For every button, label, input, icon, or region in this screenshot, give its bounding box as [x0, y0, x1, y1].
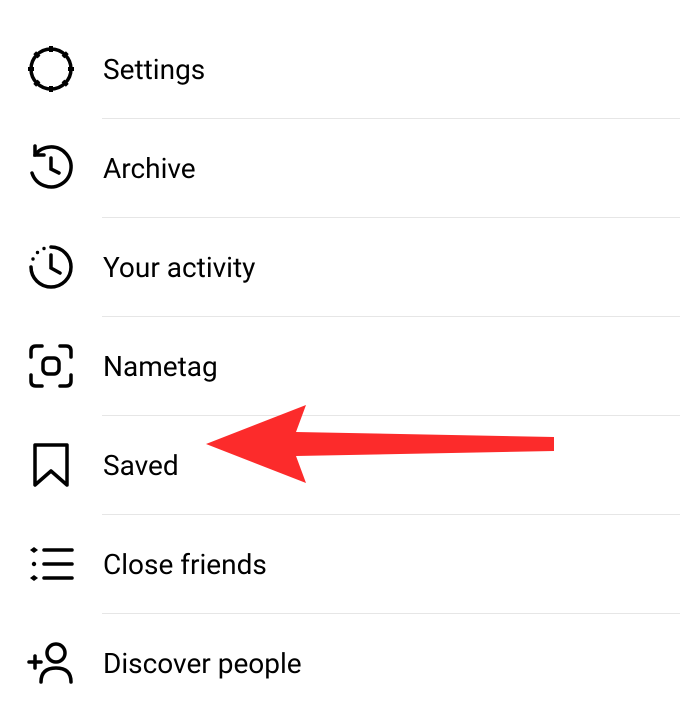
profile-menu: Settings Archive Your activity: [0, 0, 680, 712]
menu-item-archive[interactable]: Archive: [0, 119, 680, 217]
close-friends-icon: [26, 539, 76, 589]
activity-icon: [26, 242, 76, 292]
menu-item-label: Your activity: [103, 251, 255, 284]
menu-item-label: Saved: [103, 449, 179, 482]
menu-item-discover[interactable]: Discover people: [0, 614, 680, 712]
menu-item-label: Nametag: [103, 350, 218, 383]
menu-item-label: Settings: [103, 53, 205, 86]
menu-item-label: Close friends: [103, 548, 267, 581]
menu-item-label: Archive: [103, 152, 196, 185]
gear-icon: [26, 44, 76, 94]
discover-people-icon: [26, 638, 76, 688]
nametag-icon: [26, 341, 76, 391]
archive-icon: [26, 143, 76, 193]
menu-item-saved[interactable]: Saved: [0, 416, 680, 514]
menu-item-nametag[interactable]: Nametag: [0, 317, 680, 415]
menu-item-activity[interactable]: Your activity: [0, 218, 680, 316]
bookmark-icon: [26, 440, 76, 490]
menu-item-close-friends[interactable]: Close friends: [0, 515, 680, 613]
menu-item-label: Discover people: [103, 647, 302, 680]
menu-item-settings[interactable]: Settings: [0, 20, 680, 118]
